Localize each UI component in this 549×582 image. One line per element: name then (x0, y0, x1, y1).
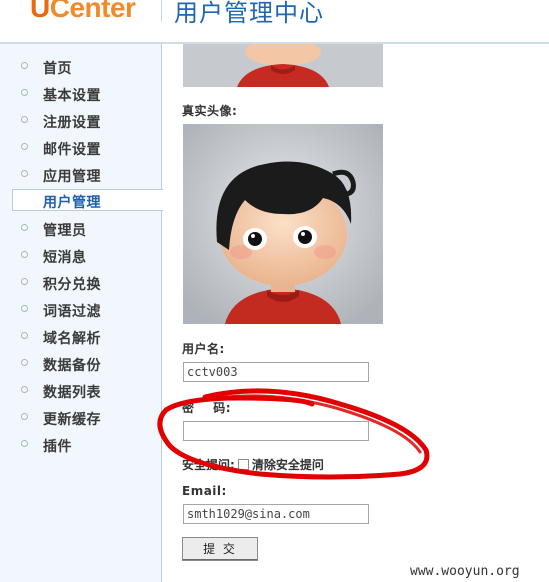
sidebar-item-basic-settings[interactable]: 基本设置 (0, 81, 162, 107)
submit-button[interactable]: 提 交 (182, 537, 258, 561)
sidebar-item-admins[interactable]: 管理员 (0, 216, 162, 242)
bullet-icon (21, 251, 28, 258)
sidebar-item-register-settings[interactable]: 注册设置 (0, 108, 162, 134)
bullet-icon (21, 413, 28, 420)
bullet-icon (21, 305, 28, 312)
sidebar-item-label: 注册设置 (43, 115, 101, 131)
sidebar-item-label: 用户管理 (43, 195, 101, 211)
sidebar-item-label: 邮件设置 (43, 142, 101, 158)
sidebar-item-label: 管理员 (43, 223, 87, 239)
watermark: www.wooyun.org (410, 564, 520, 579)
ucenter-logo[interactable]: UCenter (30, 0, 136, 24)
username-label: 用户名: (182, 342, 225, 356)
password-field[interactable] (183, 421, 369, 441)
avatar-image (183, 124, 383, 324)
sidebar-item-label: 首页 (43, 61, 72, 77)
sidebar-item-update-cache[interactable]: 更新缓存 (0, 405, 162, 431)
sidebar-item-label: 域名解析 (43, 331, 101, 347)
sidebar-item-label: 基本设置 (43, 88, 101, 104)
sidebar-item-user-management[interactable]: 用户管理 (12, 189, 163, 211)
bullet-icon (21, 440, 28, 447)
main-content: 真实头像: 用户名: cctv003 密 码: 安全提问: 清除安全提问 Ema… (163, 44, 549, 582)
bullet-icon (21, 143, 28, 150)
sidebar-nav: 首页 基本设置 注册设置 邮件设置 应用管理 用户管理 管理员 短消息 积分兑换… (0, 44, 163, 582)
bullet-icon (21, 332, 28, 339)
sidebar-item-mail-settings[interactable]: 邮件设置 (0, 135, 162, 161)
sidebar-item-data-backup[interactable]: 数据备份 (0, 351, 162, 377)
sidebar-item-domain-resolve[interactable]: 域名解析 (0, 324, 162, 350)
sidebar-item-label: 数据列表 (43, 385, 101, 401)
sidebar-item-plugins[interactable]: 插件 (0, 432, 162, 458)
bullet-icon (21, 170, 28, 177)
sidebar-item-word-filter[interactable]: 词语过滤 (0, 297, 162, 323)
clear-security-label: 清除安全提问 (251, 458, 324, 472)
bullet-icon (21, 224, 28, 231)
sidebar-item-label: 短消息 (43, 250, 87, 266)
bullet-icon (21, 89, 28, 96)
email-label: Email: (182, 484, 227, 498)
bullet-icon (21, 116, 28, 123)
bullet-icon (21, 62, 28, 69)
sidebar-item-data-list[interactable]: 数据列表 (0, 378, 162, 404)
bullet-icon (21, 386, 28, 393)
avatar-preview-top (183, 44, 383, 87)
sidebar-item-messages[interactable]: 短消息 (0, 243, 162, 269)
header-divider (161, 0, 162, 22)
avatar-label: 真实头像: (182, 104, 238, 118)
sidebar-item-credit-exchange[interactable]: 积分兑换 (0, 270, 162, 296)
sidebar-item-home[interactable]: 首页 (0, 54, 162, 80)
sidebar-item-label: 应用管理 (43, 169, 101, 185)
sidebar-item-label: 插件 (43, 439, 72, 455)
username-field[interactable]: cctv003 (183, 362, 369, 382)
bullet-icon (21, 278, 28, 285)
sidebar-item-label: 词语过滤 (43, 304, 101, 320)
page-title: 用户管理中心 (174, 0, 324, 27)
security-question-label: 安全提问: (182, 458, 235, 472)
email-field[interactable]: smth1029@sina.com (183, 504, 369, 524)
clear-security-checkbox[interactable] (237, 459, 249, 470)
password-label: 密 码: (182, 401, 232, 415)
security-question-row: 安全提问: 清除安全提问 (182, 456, 324, 473)
sidebar-item-label: 数据备份 (43, 358, 101, 374)
sidebar-item-app-management[interactable]: 应用管理 (0, 162, 162, 188)
sidebar-item-label: 积分兑换 (43, 277, 101, 293)
header: UCenter 用户管理中心 (0, 0, 549, 44)
bullet-icon (21, 359, 28, 366)
sidebar-item-label: 更新缓存 (43, 412, 101, 428)
